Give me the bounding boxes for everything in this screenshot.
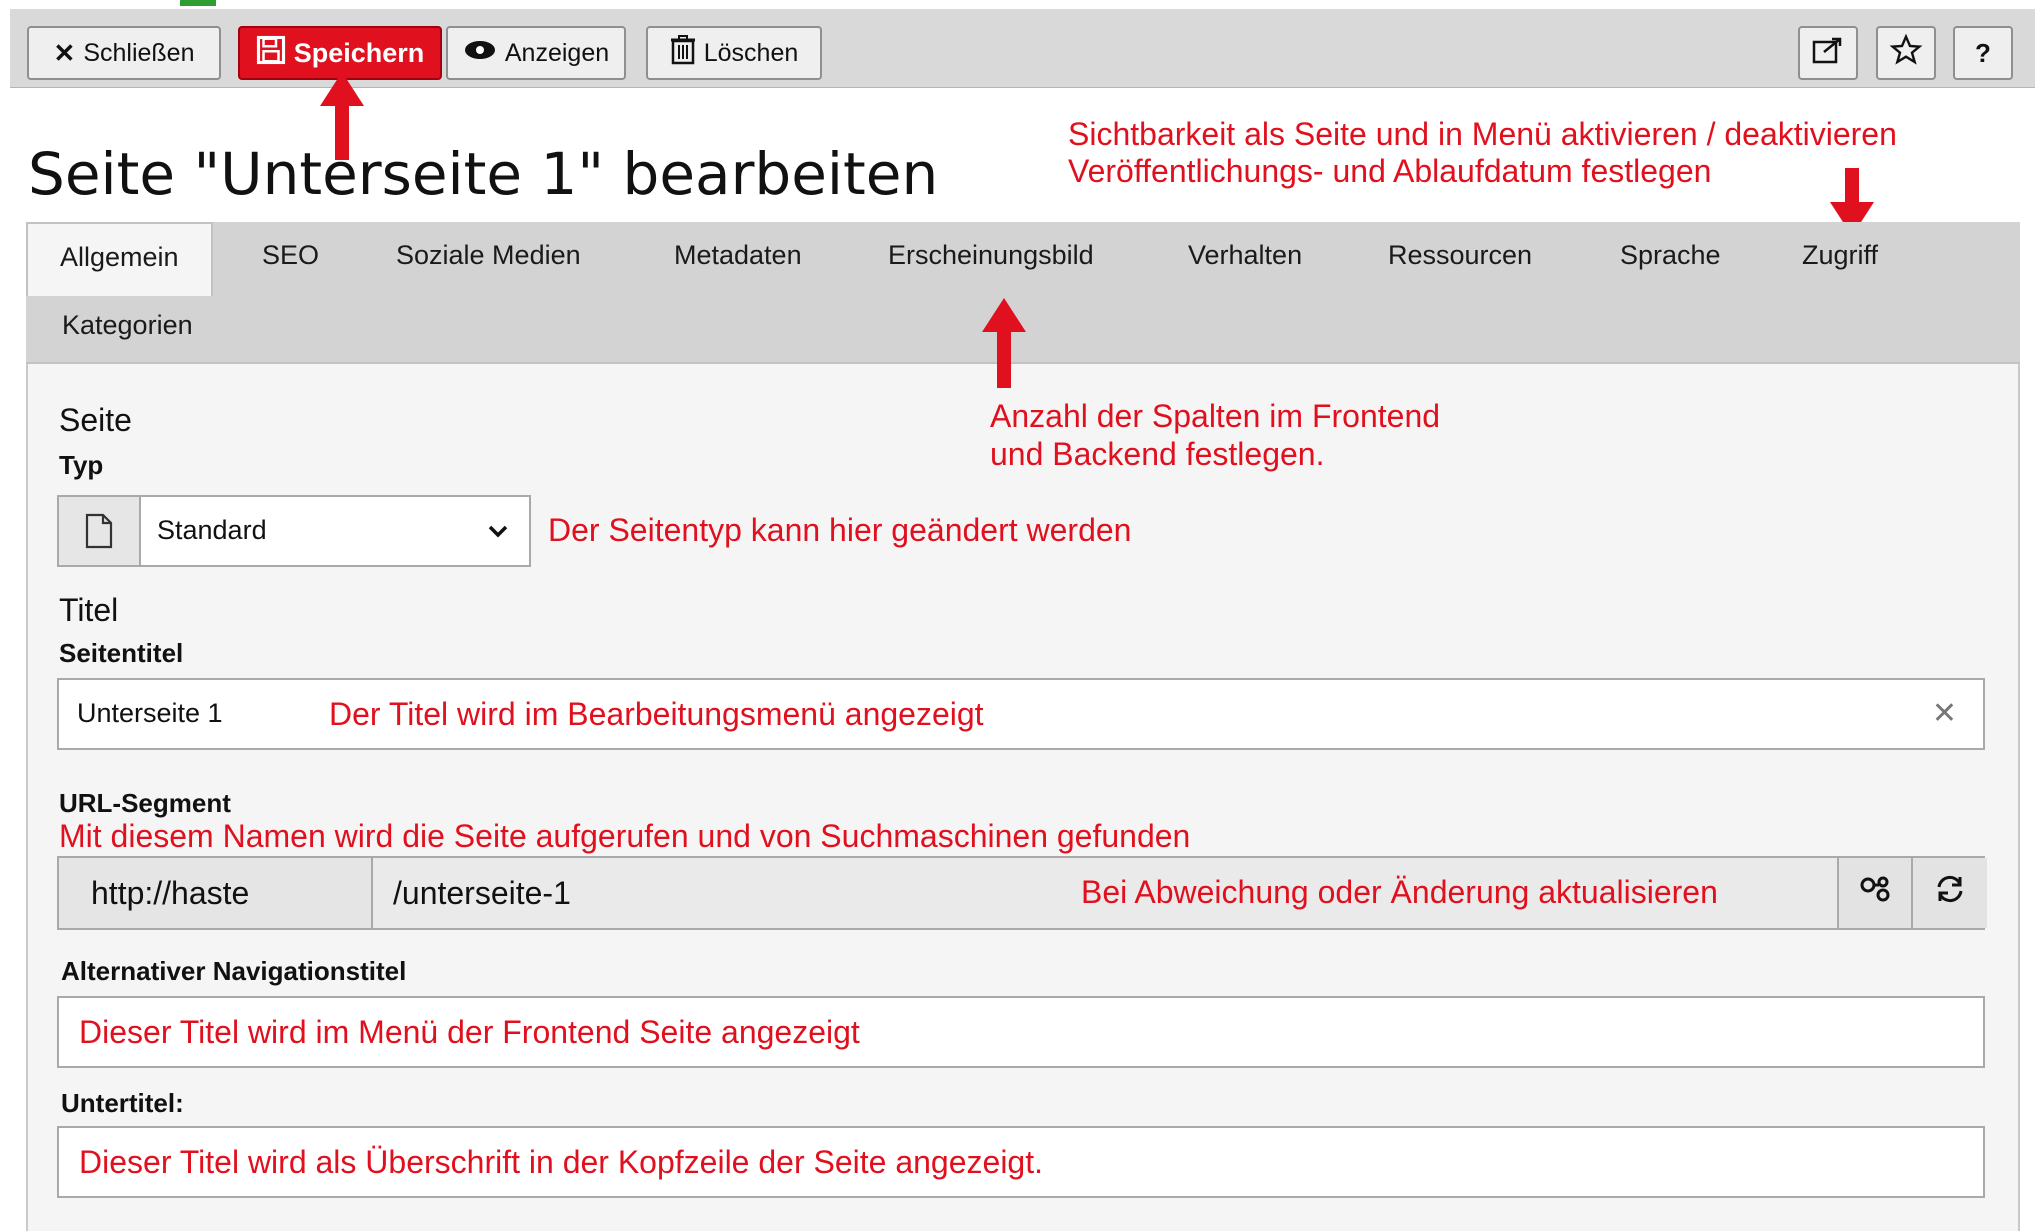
alt-nav-input[interactable]: Dieser Titel wird im Menü der Frontend S… <box>57 996 1985 1068</box>
external-link-button[interactable] <box>1798 26 1858 80</box>
annotation-type: Der Seitentyp kann hier geändert werden <box>548 512 1132 548</box>
tab-seo[interactable]: SEO <box>262 240 319 271</box>
annotation-title: Der Titel wird im Bearbeitungsmenü angez… <box>329 696 984 732</box>
url-segment-input[interactable]: /unterseite-1 Bei Abweichung oder Änderu… <box>373 858 1837 928</box>
delete-button[interactable]: Löschen <box>646 26 822 80</box>
tab-zugriff[interactable]: Zugriff <box>1802 240 1878 271</box>
appearance-arrow <box>982 298 1026 388</box>
annotation-appearance-line1: Anzahl der Spalten im Frontend <box>990 398 1441 434</box>
annotation-alt-nav: Dieser Titel wird im Menü der Frontend S… <box>79 1014 860 1050</box>
subtitle-input[interactable]: Dieser Titel wird als Überschrift in der… <box>57 1126 1985 1198</box>
url-refresh-button[interactable] <box>1911 858 1987 928</box>
toolbar: ✕ Schließen Speichern Anzeigen Löschen ? <box>10 9 2035 88</box>
annotation-url-update: Bei Abweichung oder Änderung aktualisier… <box>1081 874 1718 910</box>
help-icon: ? <box>1975 38 1991 68</box>
star-icon <box>1889 33 1923 73</box>
section-title: Titel <box>59 592 119 628</box>
tab-ressourcen[interactable]: Ressourcen <box>1388 240 1532 271</box>
document-icon <box>59 497 141 565</box>
refresh-icon <box>1933 873 1967 913</box>
close-icon: ✕ <box>53 38 76 68</box>
link-toggle-icon <box>1859 874 1893 912</box>
tab-soziale-medien[interactable]: Soziale Medien <box>396 240 581 271</box>
tab-allgemein[interactable]: Allgemein <box>26 222 213 296</box>
page-type-value: Standard <box>157 515 267 545</box>
tab-erscheinungsbild[interactable]: Erscheinungsbild <box>888 240 1094 271</box>
annotation-access-line2: Veröffentlichungs- und Ablaufdatum festl… <box>1068 153 1712 189</box>
top-edge-fragment <box>180 0 216 6</box>
subtitle-label: Untertitel: <box>61 1088 184 1118</box>
save-icon <box>256 35 286 72</box>
clear-icon[interactable]: ✕ <box>1932 696 1957 731</box>
section-page: Seite <box>59 402 132 438</box>
annotation-appearance-line2: und Backend festlegen. <box>990 436 1325 472</box>
close-button[interactable]: ✕ Schließen <box>27 26 221 80</box>
tab-metadaten[interactable]: Metadaten <box>674 240 802 271</box>
url-prefix: http://haste <box>59 858 373 928</box>
url-alias-button[interactable] <box>1837 858 1913 928</box>
eye-icon <box>463 38 497 69</box>
tab-sprache[interactable]: Sprache <box>1620 240 1721 271</box>
page-type-select[interactable]: Standard <box>57 495 531 567</box>
external-link-icon <box>1812 36 1844 71</box>
tab-kategorien[interactable]: Kategorien <box>62 310 193 341</box>
tab-verhalten[interactable]: Verhalten <box>1188 240 1302 271</box>
url-label: URL-Segment <box>59 788 231 818</box>
annotation-access-line1: Sichtbarkeit als Seite und in Menü aktiv… <box>1068 116 1897 152</box>
view-button[interactable]: Anzeigen <box>446 26 626 80</box>
save-arrow <box>320 72 364 160</box>
type-label: Typ <box>59 450 104 480</box>
page-title-input-value: Unterseite 1 <box>77 698 223 728</box>
url-segment-value: /unterseite-1 <box>393 874 571 911</box>
tab-bar: Allgemein SEO Soziale Medien Metadaten E… <box>26 222 2020 364</box>
annotation-url: Mit diesem Namen wird die Seite aufgeruf… <box>59 818 1191 854</box>
alt-nav-label: Alternativer Navigationstitel <box>61 956 407 986</box>
trash-icon <box>670 34 696 72</box>
favorite-button[interactable] <box>1876 26 1936 80</box>
help-button[interactable]: ? <box>1953 26 2013 80</box>
page-title-label: Seitentitel <box>59 638 184 668</box>
annotation-subtitle: Dieser Titel wird als Überschrift in der… <box>79 1144 1043 1180</box>
chevron-down-icon <box>487 515 509 546</box>
url-segment-field: http://haste /unterseite-1 Bei Abweichun… <box>57 856 1987 930</box>
page-title: Seite "Unterseite 1" bearbeiten <box>28 140 939 208</box>
page-title-input[interactable]: Unterseite 1 Der Titel wird im Bearbeitu… <box>57 678 1985 750</box>
